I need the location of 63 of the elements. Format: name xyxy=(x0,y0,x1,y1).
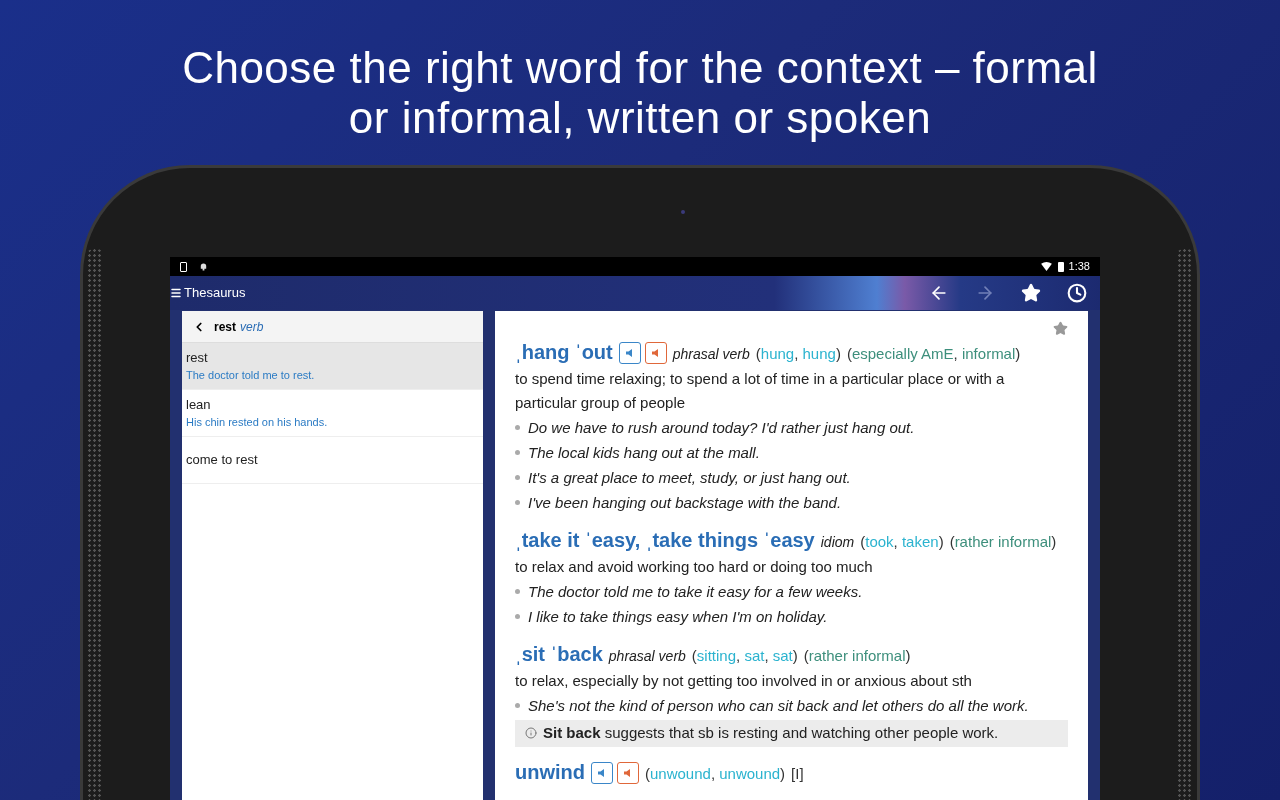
definition: to relax, especially by not getting too involved in or anxious about sth xyxy=(515,671,973,691)
info-icon xyxy=(525,727,537,740)
synonym-item[interactable]: rest The doctor told me to rest. xyxy=(182,343,483,390)
wifi-icon xyxy=(1040,262,1052,271)
clock-time: 1:38 xyxy=(1068,259,1090,275)
bullet-icon xyxy=(515,500,520,505)
example-sentence: Do we have to rush around today? I'd rather just hang out. xyxy=(528,418,915,438)
bullet-icon xyxy=(515,450,520,455)
part-of-speech: phrasal verb xyxy=(672,345,750,364)
headword: ˌtake it ˈeasy, ˌtake things ˈeasy xyxy=(515,528,815,553)
definition: to spend time relaxing; to spend a lot of time in a particular place or with a particular group of people xyxy=(515,369,1006,413)
bullet-icon xyxy=(515,425,520,430)
part-of-speech: phrasal verb xyxy=(608,647,686,666)
part-of-speech: idiom xyxy=(820,533,855,552)
headword: ˌhang ˈout xyxy=(515,340,613,365)
synonym-example: The doctor told me to rest. xyxy=(186,368,316,383)
example-sentence: The doctor told me to take it easy for a few weeks. xyxy=(528,582,863,602)
app-title: Thesaurus xyxy=(184,284,246,303)
header-word: rest xyxy=(214,318,236,336)
speaker-icon xyxy=(597,767,607,778)
bullet-icon xyxy=(515,475,520,480)
note-text: Sit back suggests that sb is resting and watching other people work. xyxy=(543,723,999,743)
notification-icon xyxy=(180,261,187,272)
example-sentence: She's not the kind of person who can sit back and let others do all the work. xyxy=(528,696,1029,716)
headword: unwind xyxy=(515,759,585,785)
british-audio-button[interactable] xyxy=(618,342,641,364)
register-label: (rather informal) xyxy=(803,646,911,666)
example-sentence: The local kids hang out at the mall. xyxy=(528,443,760,463)
american-audio-button[interactable] xyxy=(617,761,639,784)
definition: to relax and avoid working too hard or doing too much xyxy=(515,557,874,577)
synonym-word: rest xyxy=(186,349,209,367)
verb-forms: (sitting, sat, sat) xyxy=(691,646,798,666)
synonym-example: His chin rested on his hands. xyxy=(186,415,329,430)
battery-icon xyxy=(1057,261,1064,272)
speaker-icon xyxy=(623,767,633,778)
headword: ˌsit ˈback xyxy=(515,642,603,667)
bullet-icon xyxy=(515,614,520,619)
speaker-icon xyxy=(650,348,661,358)
clock-icon xyxy=(1067,283,1087,303)
star-icon xyxy=(1021,283,1041,303)
synonym-word: lean xyxy=(186,396,212,414)
american-audio-button[interactable] xyxy=(644,342,667,364)
bullet-icon xyxy=(515,589,520,594)
camera-icon xyxy=(681,210,685,214)
verb-forms: (hung, hung) xyxy=(755,344,841,364)
bullet-icon xyxy=(515,703,520,708)
example-sentence: I like to take things easy when I'm on holiday. xyxy=(528,607,828,627)
add-favorite-icon[interactable] xyxy=(1053,321,1068,336)
headline: Choose the right word for the context – formal xyxy=(182,43,1098,93)
menu-icon[interactable] xyxy=(170,287,182,299)
example-sentence: I've been hanging out backstage with the band. xyxy=(528,493,842,513)
british-audio-button[interactable] xyxy=(591,761,613,784)
synonym-word: come to rest xyxy=(186,451,259,469)
grammar-label: [I] xyxy=(791,763,804,784)
header-part-of-speech: verb xyxy=(240,318,264,336)
verb-forms: (unwound, unwound) xyxy=(645,763,786,784)
headline: or informal, written or spoken xyxy=(348,93,932,143)
android-icon xyxy=(199,261,208,272)
verb-forms: (took, taken) xyxy=(860,532,944,552)
register-label: (rather informal) xyxy=(949,532,1057,552)
example-sentence: It's a great place to meet, study, or just hang out. xyxy=(528,468,851,488)
speaker-icon xyxy=(624,348,635,358)
register-label: (especially AmE, informal) xyxy=(846,344,1021,364)
